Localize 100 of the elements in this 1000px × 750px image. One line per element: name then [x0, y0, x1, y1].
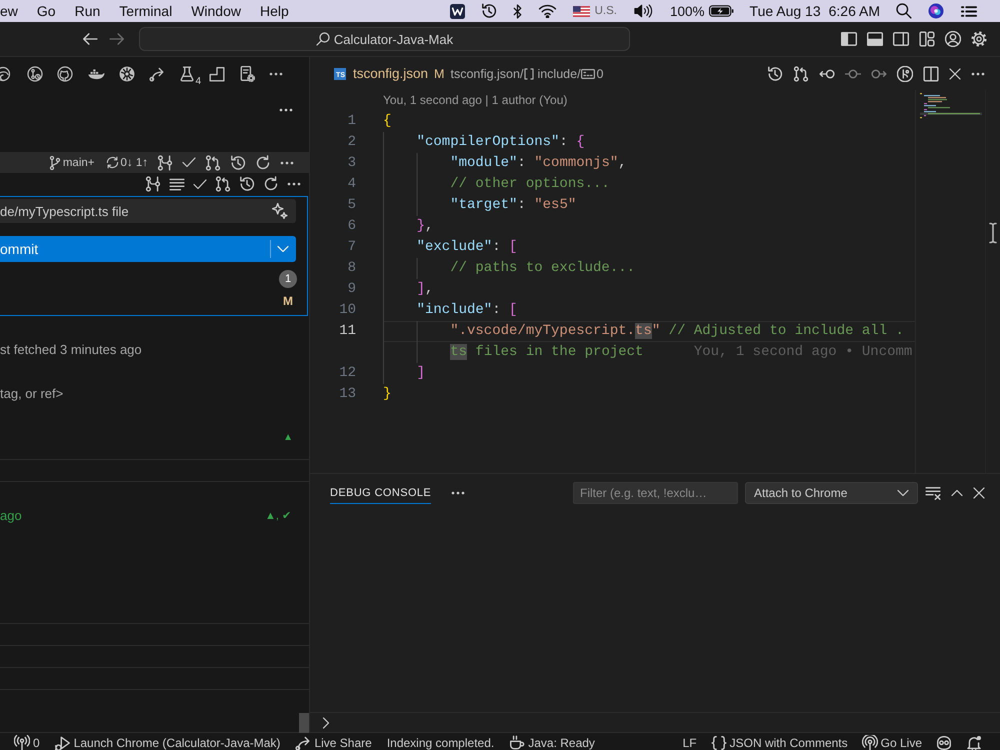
status-item[interactable]: JSON with Comments [710, 735, 848, 750]
blame-header[interactable]: You, 1 second ago | 1 author (You) [383, 93, 568, 107]
code-line: // paths to exclude... [450, 259, 636, 278]
helm-wheel-icon[interactable] [119, 66, 135, 82]
more-icon[interactable] [971, 72, 985, 76]
code-line: ts files in the project [450, 343, 644, 362]
breadcrumb-item[interactable]: 0 [580, 66, 604, 80]
robot-icon[interactable] [936, 735, 952, 750]
status-item[interactable]: 0 [14, 735, 40, 750]
refresh-icon[interactable] [255, 154, 271, 170]
launch-config-dropdown[interactable]: Attach to Chrome [745, 482, 918, 504]
settings-icon[interactable] [971, 31, 987, 47]
date-text[interactable]: Tue Aug 13 [750, 3, 821, 19]
more-icon[interactable] [279, 108, 293, 112]
status-item[interactable]: Live Share [295, 735, 372, 750]
control-center-icon[interactable] [960, 4, 978, 18]
close-icon[interactable] [949, 68, 961, 80]
code-line: }, [416, 217, 434, 236]
more-icon[interactable] [287, 182, 301, 186]
scrollbar-thumb[interactable] [299, 713, 309, 733]
pull-request-icon[interactable] [205, 154, 221, 170]
menu-item[interactable]: ew [0, 3, 18, 19]
check-icon[interactable] [193, 178, 207, 190]
commit-button[interactable]: ommit [0, 236, 270, 262]
app-logo-icon[interactable] [450, 4, 465, 18]
chevron-up-icon[interactable] [951, 488, 963, 496]
whale-icon[interactable] [87, 68, 105, 80]
bell-icon[interactable] [966, 735, 982, 750]
document-gear-icon[interactable] [239, 66, 255, 82]
tab-title[interactable]: tsconfig.json [353, 66, 428, 81]
status-item[interactable]: Launch Chrome (Calculator-Java-Mak) [54, 735, 280, 750]
menu-item[interactable]: Window [191, 3, 241, 19]
more-icon[interactable] [280, 160, 294, 164]
orb-icon[interactable] [928, 3, 944, 19]
swirl-icon[interactable] [0, 66, 11, 82]
sidebar-toggle-icon[interactable] [841, 31, 857, 47]
pull-request-icon[interactable] [215, 176, 231, 192]
status-item[interactable]: LF [682, 736, 697, 750]
split-editor-icon[interactable] [923, 66, 939, 82]
time-text[interactable]: 6:26 AM [828, 3, 880, 19]
menu-item[interactable]: Help [260, 3, 289, 19]
secondary-sidebar-icon[interactable] [893, 31, 909, 47]
octocat-icon[interactable] [57, 66, 73, 82]
clear-console-icon[interactable] [925, 484, 941, 500]
menu-item[interactable]: Run [74, 3, 100, 19]
share-arrow-icon[interactable] [149, 66, 165, 82]
volume-icon[interactable] [633, 4, 654, 18]
branch-icon [48, 156, 61, 170]
code-line: "include": [ [416, 301, 518, 320]
menu-item[interactable]: Terminal [119, 3, 172, 19]
input-source-label[interactable]: U.S. [594, 5, 617, 17]
branch-button[interactable]: main+ [48, 156, 94, 170]
clock-arrow-icon[interactable] [480, 3, 497, 19]
play-bug-icon [54, 735, 71, 750]
more-icon[interactable] [269, 72, 283, 76]
check-icon[interactable] [182, 157, 196, 168]
breadcrumb-item[interactable]: include [523, 66, 578, 80]
git-compare-icon[interactable] [157, 154, 173, 170]
history-icon[interactable] [230, 154, 246, 170]
back-arrow-icon[interactable] [82, 31, 98, 47]
sparkle-icon[interactable] [272, 203, 288, 219]
status-item[interactable]: Indexing completed. [386, 736, 494, 750]
battery-percent[interactable]: 100% [670, 4, 705, 18]
status-item[interactable]: Java: Ready [509, 735, 595, 750]
refresh-icon[interactable] [263, 176, 279, 192]
status-item[interactable]: Go Live [862, 735, 922, 750]
search-icon[interactable] [896, 3, 912, 19]
line-number: 5 [348, 197, 356, 213]
breadcrumb-item[interactable]: tsconfig.json [450, 66, 520, 80]
git-compare-icon[interactable] [145, 176, 161, 192]
git-history-icon[interactable] [27, 66, 43, 82]
flask-icon[interactable] [179, 66, 195, 82]
command-center[interactable]: Calculator-Java-Mak [139, 27, 630, 51]
pull-request-icon[interactable] [793, 66, 809, 82]
panel-tab[interactable]: DEBUG CONSOLE [330, 481, 432, 504]
commit-time: ago [0, 508, 22, 522]
minimap[interactable] [920, 93, 982, 119]
layout-icon[interactable] [919, 31, 935, 47]
history-icon[interactable] [767, 66, 783, 82]
account-icon[interactable] [945, 31, 961, 47]
filter-field[interactable]: Filter (e.g. text, !exclu… [573, 482, 738, 504]
status-marker: ▲ [283, 432, 293, 442]
code-line: ".vscode/myTypescript.ts" // Adjusted to include all . [450, 322, 904, 341]
line-number: 11 [339, 323, 356, 339]
close-icon[interactable] [973, 486, 985, 498]
menu-item[interactable]: Go [36, 3, 56, 19]
commit-message-field[interactable]: de/myTypescript.ts file [0, 199, 296, 223]
forward-arrow-icon[interactable] [109, 31, 125, 47]
sync-button[interactable]: 0↓ 1↑ [106, 156, 148, 169]
bluetooth-icon[interactable] [512, 4, 522, 18]
history-icon[interactable] [239, 176, 255, 192]
code-line: "exclude": [ [416, 238, 518, 257]
panel-toggle-icon[interactable] [867, 31, 883, 47]
commit-options-button[interactable] [270, 236, 296, 262]
wifi-icon[interactable] [538, 4, 557, 18]
flag-icon[interactable] [572, 6, 590, 16]
step-shape-icon[interactable] [209, 66, 225, 82]
battery-icon[interactable] [708, 5, 734, 17]
lines-icon[interactable] [169, 176, 185, 192]
more-icon[interactable] [451, 490, 466, 494]
